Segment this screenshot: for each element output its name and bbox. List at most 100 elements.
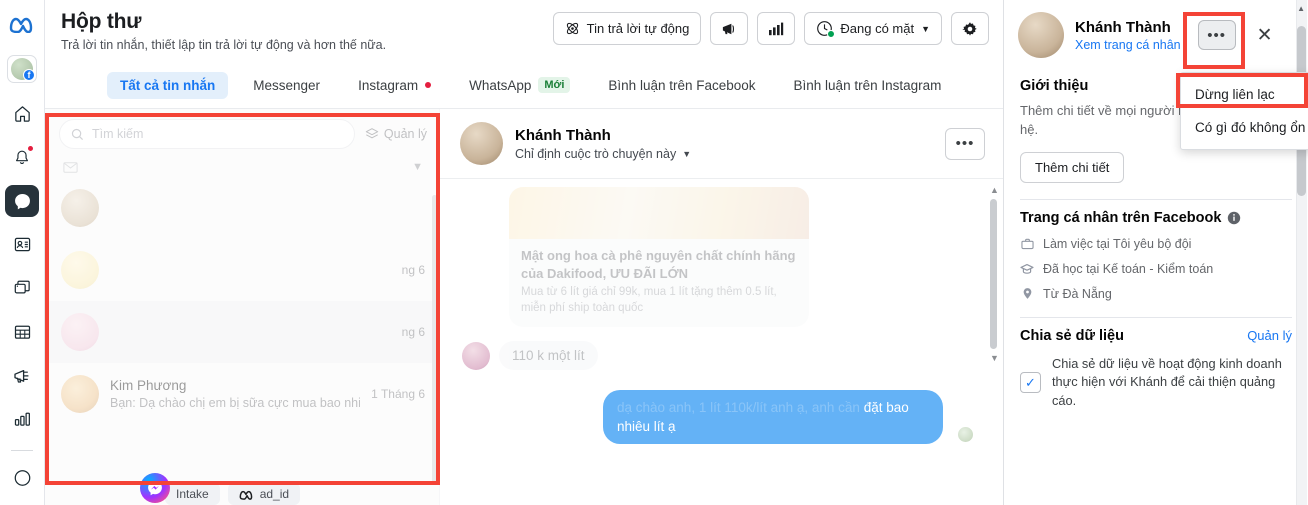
chevron-down-icon: ▼	[682, 148, 692, 159]
messenger-icon[interactable]	[140, 473, 170, 503]
meta-logo-icon[interactable]	[5, 8, 39, 41]
list-item[interactable]: Kim Phương Bạn: Dạ chào chị em bị sữa cự…	[45, 363, 439, 425]
tab-facebook-comments[interactable]: Bình luận trên Facebook	[595, 72, 768, 99]
assign-conversation-dropdown[interactable]: Chỉ định cuộc trò chuyện này ▼	[515, 147, 691, 161]
message-bubble: dạ chào anh, 1 lít 110k/lít anh ạ, anh c…	[603, 390, 943, 445]
message-bubble: 110 k một lít	[499, 341, 598, 371]
announcement-button[interactable]	[710, 12, 749, 45]
list-item-selected[interactable]: ng 6	[45, 301, 439, 363]
tab-instagram[interactable]: Instagram	[345, 72, 444, 99]
menu-item-something-wrong[interactable]: Có gì đó không ổn	[1181, 111, 1308, 144]
planner-calendar-icon[interactable]	[5, 316, 39, 349]
list-item-time: ng 6	[401, 263, 425, 277]
tab-whatsapp[interactable]: WhatsApp Mới	[456, 71, 583, 99]
conversation-search-row: Tìm kiếm Quản lý	[45, 109, 439, 155]
view-profile-link[interactable]: Xem trang cá nhân	[1075, 38, 1181, 52]
help-icon[interactable]	[5, 461, 39, 494]
search-input[interactable]: Tìm kiếm	[59, 119, 355, 149]
list-item-time: 1 Tháng 6	[371, 387, 425, 401]
page-avatar-button[interactable]: f	[7, 54, 37, 84]
facebook-profile-heading: Trang cá nhân trên Facebook	[1020, 210, 1292, 226]
megaphone-icon	[721, 22, 738, 36]
presence-label: Đang có mặt	[840, 21, 915, 36]
link-preview-image	[509, 187, 809, 239]
graduation-cap-icon	[1020, 263, 1034, 275]
profile-location-item: Từ Đà Nẵng	[1020, 287, 1292, 301]
tab-all-messages[interactable]: Tất cả tin nhắn	[107, 71, 229, 99]
manage-button[interactable]: Quản lý	[365, 127, 427, 141]
menu-item-stop-contact[interactable]: Dừng liên lạc	[1181, 78, 1308, 111]
messenger-inbox-page: f Hộp thư Trả lời tin nhắn, thiết lập ti…	[0, 0, 1308, 505]
chip-ad-id[interactable]: ad_id	[227, 483, 301, 505]
chevron-down-icon: ▼	[921, 23, 930, 34]
message-list[interactable]: Mật ong hoa cà phê nguyên chất chính hãn…	[440, 179, 1003, 505]
conversation-thread: Khánh Thành Chỉ định cuộc trò chuyện này…	[440, 109, 1003, 505]
list-item-main	[110, 269, 391, 272]
message-scrollbar[interactable]: ▲ ▼	[990, 185, 999, 483]
info-icon[interactable]	[1227, 211, 1241, 225]
notifications-bell-icon[interactable]	[5, 141, 39, 174]
tab-messenger[interactable]: Messenger	[240, 72, 333, 99]
tab-label: Tất cả tin nhắn	[120, 77, 216, 93]
automated-replies-label: Tin trả lời tự động	[586, 21, 690, 36]
contact-panel-identity: Khánh Thành Xem trang cá nhân	[1075, 19, 1181, 52]
ads-megaphone-icon[interactable]	[5, 359, 39, 392]
tab-instagram-comments[interactable]: Bình luận trên Instagram	[781, 72, 955, 99]
home-icon[interactable]	[5, 97, 39, 130]
avatar	[61, 375, 99, 413]
scrollbar-thumb[interactable]	[990, 199, 997, 349]
contact-more-button[interactable]: •••	[1197, 20, 1236, 50]
bar-chart-icon	[768, 22, 784, 36]
list-item-main	[110, 331, 391, 334]
envelope-icon	[63, 161, 78, 173]
conversation-list[interactable]: Tìm kiếm Quản lý ▼ ng 6 ng 6 Kim Phương …	[45, 109, 440, 505]
tab-label: Bình luận trên Facebook	[608, 77, 756, 93]
data-sharing-checkbox-row[interactable]: ✓ Chia sẻ dữ liệu về hoạt động kinh doan…	[1020, 355, 1292, 411]
data-sharing-checkbox[interactable]: ✓	[1020, 372, 1041, 393]
unread-dot	[425, 82, 432, 88]
settings-button[interactable]	[951, 12, 989, 45]
location-pin-icon	[1020, 287, 1034, 300]
page-header: Hộp thư Trả lời tin nhắn, thiết lập tin …	[45, 0, 1003, 62]
link-preview-card[interactable]: Mật ong hoa cà phê nguyên chất chính hãn…	[509, 187, 809, 328]
posts-icon[interactable]	[5, 272, 39, 305]
data-sharing-header: Chia sẻ dữ liệu Quản lý	[1020, 328, 1292, 344]
data-sharing-manage-link[interactable]: Quản lý	[1247, 328, 1292, 343]
list-item[interactable]: ng 6	[45, 239, 439, 301]
avatar	[61, 189, 99, 227]
insights-button[interactable]	[757, 12, 796, 45]
meta-icon	[239, 489, 254, 500]
facebook-profile-heading-label: Trang cá nhân trên Facebook	[1020, 209, 1222, 226]
avatar	[61, 251, 99, 289]
close-icon[interactable]: ✕	[1257, 26, 1273, 45]
tab-label: Instagram	[358, 77, 419, 93]
scroll-up-arrow-icon[interactable]: ▲	[990, 185, 999, 195]
thread-more-button[interactable]: •••	[945, 127, 985, 160]
page-subtitle: Trả lời tin nhắn, thiết lập tin trả lời …	[61, 38, 387, 53]
contacts-icon[interactable]	[5, 228, 39, 261]
page-title: Hộp thư	[61, 10, 142, 33]
page-header-text: Hộp thư Trả lời tin nhắn, thiết lập tin …	[61, 9, 386, 52]
insights-bar-chart-icon[interactable]	[5, 403, 39, 436]
contact-more-dropdown-menu[interactable]: Dừng liên lạc Có gì đó không ổn	[1180, 72, 1308, 150]
message-row-incoming: 110 k một lít	[462, 341, 973, 371]
list-item[interactable]	[45, 177, 439, 239]
inbox-tabs: Tất cả tin nhắn Messenger Instagram What…	[45, 62, 1003, 109]
header-actions: Tin trả lời tự động Đang có mặt ▼	[552, 9, 989, 45]
scroll-up-arrow-icon[interactable]: ▲	[1297, 4, 1305, 13]
sidebar-item-inbox[interactable]	[5, 184, 39, 218]
automated-replies-button[interactable]: Tin trả lời tự động	[552, 12, 702, 45]
presence-dropdown[interactable]: Đang có mặt ▼	[804, 12, 942, 45]
conversation-list-scrollbar[interactable]	[432, 195, 437, 485]
list-item-main: Kim Phương Bạn: Dạ chào chị em bị sữa cự…	[110, 378, 360, 410]
manage-label: Quản lý	[383, 127, 427, 141]
chevron-down-icon[interactable]: ▼	[412, 161, 423, 173]
divider	[1020, 316, 1292, 318]
profile-work-item: Làm việc tại Tôi yêu bộ đội	[1020, 237, 1292, 251]
notification-dot	[27, 145, 34, 153]
scroll-down-arrow-icon[interactable]: ▼	[990, 353, 999, 363]
conversation-filter-row[interactable]: ▼	[45, 155, 439, 177]
chip-intake[interactable]: Intake	[165, 483, 220, 505]
add-details-button[interactable]: Thêm chi tiết	[1020, 151, 1125, 183]
online-status-dot	[827, 30, 836, 38]
